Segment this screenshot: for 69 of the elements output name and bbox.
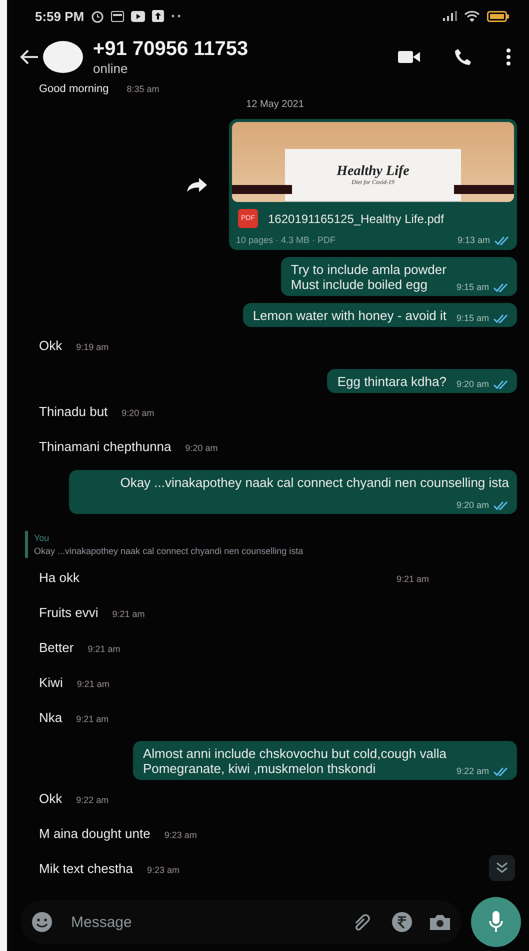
dots-icon xyxy=(171,14,182,18)
message-time: 9:23 am xyxy=(146,865,180,875)
document-band xyxy=(232,185,292,194)
rupee-icon[interactable] xyxy=(391,911,413,933)
message-text: Mik text chestha xyxy=(39,861,133,876)
document-title: Healthy Life xyxy=(336,164,410,180)
clock-time: 5:59 PM xyxy=(35,8,84,24)
video-call-icon[interactable] xyxy=(398,50,420,64)
battery-icon xyxy=(487,10,509,22)
message-text: Almost anni include chskovochu but cold,cough valla Pomegranate, kiwi ,muskmelon thskondi xyxy=(142,746,446,776)
message-text: M aina dought unte xyxy=(39,826,150,841)
message-time: 9:22 am xyxy=(456,766,489,776)
message-time: 9:20 am xyxy=(456,500,489,510)
online-status: online xyxy=(93,61,129,76)
emoji-icon[interactable] xyxy=(31,911,53,933)
message-text: Okk xyxy=(39,338,62,353)
message-text: Good morning xyxy=(39,82,109,96)
message-time: 9:20 am xyxy=(122,408,154,418)
message-text: Try to include amla powder Must include boiled egg xyxy=(290,262,446,292)
scroll-down-icon[interactable] xyxy=(489,855,515,881)
message-text: Ha okk xyxy=(39,570,80,585)
share-forward-icon[interactable] xyxy=(187,178,207,192)
message-time: 9:15 am xyxy=(456,313,489,323)
alarm-clock-icon xyxy=(91,10,104,22)
message-time: 9:15 am xyxy=(456,282,489,292)
message-time: 9:22 am xyxy=(76,795,109,805)
message-text: Better xyxy=(39,640,74,655)
message-time: 9:20 am xyxy=(456,379,489,389)
message-time: 9:21 am xyxy=(76,714,109,724)
avatar[interactable] xyxy=(43,41,83,73)
message-text: Egg thintara kdha? xyxy=(337,374,446,389)
message-text: Nka xyxy=(39,710,62,725)
camera-icon[interactable] xyxy=(429,913,451,931)
back-arrow-icon[interactable] xyxy=(19,49,39,65)
message-text: Okay ...vinakapothey naak cal connect chyandi nen counselling ista xyxy=(120,475,509,490)
message-text: Okk xyxy=(39,791,62,806)
quoted-message[interactable]: You Okay ...vinakapothey naak cal connect chyandi nen counselling ista xyxy=(25,531,517,558)
wifi-icon xyxy=(464,10,480,22)
message-time: 9:13 am xyxy=(457,235,490,245)
file-details: 10 pages · 4.3 MB · PDF xyxy=(236,235,336,245)
message-time: 9:19 am xyxy=(76,342,109,352)
message-field[interactable]: Message xyxy=(21,900,461,944)
signal-icon xyxy=(443,11,457,21)
upload-icon xyxy=(152,10,164,22)
phone-icon[interactable] xyxy=(454,48,472,66)
video-play-icon xyxy=(131,10,146,22)
microphone-icon xyxy=(489,911,503,933)
contact-name[interactable]: +91 70956 11753 xyxy=(93,38,248,61)
calendar-icon xyxy=(111,10,124,22)
message-text: Fruits evvi xyxy=(39,605,98,620)
voice-record-button[interactable] xyxy=(471,897,521,947)
message-time: 9:21 am xyxy=(88,644,120,654)
message-time: 9:20 am xyxy=(185,443,218,453)
message-text: Kiwi xyxy=(39,675,63,690)
message-text: Lemon water with honey - avoid it xyxy=(252,308,446,323)
message-input[interactable]: Message xyxy=(69,912,337,932)
message-time: 9:21 am xyxy=(76,679,110,689)
date-label: 12 May 2021 xyxy=(245,98,305,112)
file-name: 1620191165125_Healthy Life.pdf xyxy=(268,212,444,226)
message-text: Thinamani chepthunna xyxy=(39,439,172,454)
document-band xyxy=(454,185,514,194)
message-time: 8:35 am xyxy=(126,83,160,96)
message-time: 9:23 am xyxy=(164,830,197,840)
message-time: 9:21 am xyxy=(112,609,145,619)
more-options-icon[interactable] xyxy=(506,48,511,66)
quote-text: Okay ...vinakapothey naak cal connect chyandi nen counselling ista xyxy=(34,546,304,556)
quote-author: You xyxy=(34,533,50,543)
message-time: 9:21 am xyxy=(396,574,429,584)
message-text: Thinadu but xyxy=(39,404,108,419)
